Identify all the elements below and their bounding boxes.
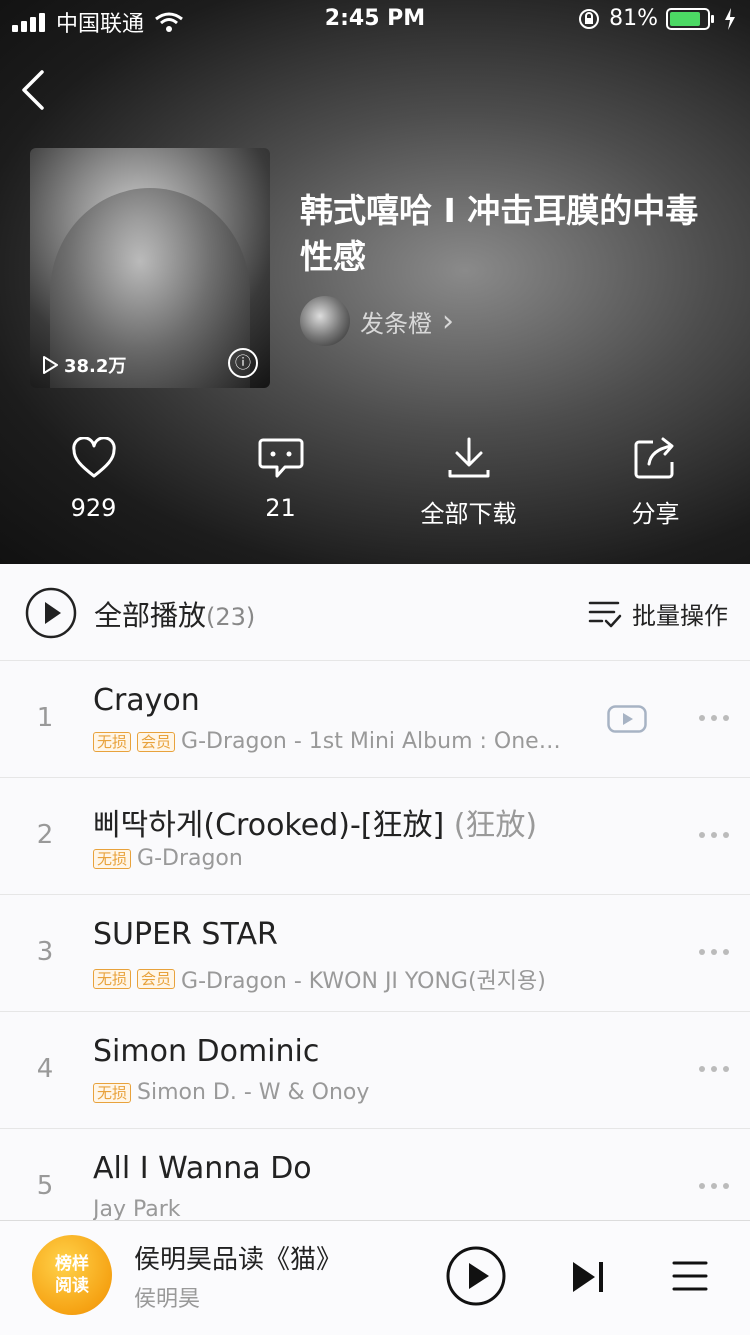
song-title: SUPER STAR bbox=[93, 917, 278, 952]
chevron-right-icon: › bbox=[442, 303, 454, 339]
download-all-label: 全部下载 bbox=[420, 500, 517, 528]
like-count: 929 bbox=[70, 494, 117, 522]
download-all-button[interactable]: 全部下载 bbox=[375, 430, 562, 529]
song-number: 2 bbox=[36, 820, 54, 850]
song-title: All I Wanna Do bbox=[93, 1151, 312, 1186]
lossless-tag: 无损 bbox=[93, 731, 132, 752]
cover-text-line1: 榜样 bbox=[55, 1254, 89, 1274]
playlist-title: 韩式嘻哈 I 冲击耳膜的中毒性感 bbox=[300, 191, 699, 276]
comment-icon bbox=[258, 438, 303, 478]
info-icon[interactable]: ⓘ bbox=[228, 348, 258, 378]
song-title: Crayon bbox=[93, 683, 200, 718]
song-number: 1 bbox=[36, 703, 54, 733]
play-count-value: 38.2万 bbox=[64, 356, 127, 377]
play-count-icon bbox=[43, 356, 58, 374]
song-row[interactable]: 3 SUPER STAR 无损 会员 G-Dragon - KWON JI YO… bbox=[0, 895, 750, 1012]
song-artist-album: G-Dragon - 1st Mini Album : One… bbox=[181, 729, 561, 754]
share-icon bbox=[634, 437, 673, 479]
play-all-bar: 全部播放(23) 批量操作 bbox=[0, 564, 750, 661]
song-subtitle: 无损 会员 G-Dragon - KWON JI YONG(권지용) bbox=[93, 963, 546, 995]
play-all-label: 全部播放 bbox=[94, 599, 207, 632]
batch-operation-button[interactable]: 批量操作 bbox=[588, 596, 728, 631]
lossless-tag: 无损 bbox=[93, 848, 132, 869]
song-row[interactable]: 4 Simon Dominic 无损 Simon D. - W & Onoy bbox=[0, 1012, 750, 1129]
charging-icon bbox=[725, 7, 735, 30]
comment-button[interactable]: 21 bbox=[187, 430, 374, 522]
action-bar: 929 21 全部下载 分享 bbox=[0, 430, 750, 540]
mini-player[interactable]: 榜样 阅读 侯明昊品读《猫》 侯明昊 bbox=[0, 1220, 750, 1335]
song-subtitle: 无损 G-Dragon bbox=[93, 846, 243, 871]
song-row[interactable]: 1 Crayon 无损 会员 G-Dragon - 1st Mini Album… bbox=[0, 661, 750, 778]
battery-percent: 81% bbox=[609, 6, 658, 31]
now-playing-cover[interactable]: 榜样 阅读 bbox=[32, 1235, 112, 1315]
more-icon[interactable] bbox=[698, 713, 730, 723]
song-subtitle: 无损 Simon D. - W & Onoy bbox=[93, 1080, 369, 1105]
more-icon[interactable] bbox=[698, 947, 730, 957]
song-count: (23) bbox=[206, 603, 256, 631]
song-title: 삐딱하게(Crooked)-[狂放] (狂放) bbox=[93, 808, 538, 843]
lossless-tag: 无损 bbox=[93, 969, 132, 989]
playlist-header: 中国联通 2:45 PM 81% 38.2万 ⓘ 韩式嘻哈 I 冲击耳膜的中毒性… bbox=[0, 0, 750, 564]
now-playing-artist: 侯明昊 bbox=[134, 1287, 201, 1312]
mv-icon[interactable] bbox=[607, 705, 647, 733]
song-subtitle: 无损 会员 G-Dragon - 1st Mini Album : One… bbox=[93, 729, 561, 754]
song-row[interactable]: 2 삐딱하게(Crooked)-[狂放] (狂放) 无损 G-Dragon bbox=[0, 778, 750, 895]
creator-name: 发条橙 bbox=[360, 309, 432, 338]
creator-avatar bbox=[300, 296, 350, 346]
heart-icon bbox=[71, 437, 116, 478]
rotation-lock-icon bbox=[579, 8, 600, 29]
song-list: 1 Crayon 无损 会员 G-Dragon - 1st Mini Album… bbox=[0, 661, 750, 1246]
song-subtitle: Jay Park bbox=[93, 1197, 181, 1222]
vip-tag: 会员 bbox=[137, 731, 176, 752]
next-track-icon[interactable] bbox=[570, 1259, 606, 1295]
like-button[interactable]: 929 bbox=[0, 430, 187, 522]
song-number: 5 bbox=[36, 1171, 54, 1201]
battery-icon bbox=[666, 7, 714, 30]
share-button[interactable]: 分享 bbox=[562, 430, 749, 529]
song-artist-album: G-Dragon - KWON JI YONG(권지용) bbox=[181, 969, 546, 994]
more-icon[interactable] bbox=[698, 830, 730, 840]
more-icon[interactable] bbox=[698, 1181, 730, 1191]
more-icon[interactable] bbox=[698, 1064, 730, 1074]
back-icon[interactable] bbox=[16, 66, 56, 114]
song-artist-album: Jay Park bbox=[93, 1197, 181, 1222]
download-icon bbox=[448, 437, 489, 478]
play-all-icon[interactable] bbox=[25, 587, 77, 639]
playlist-cover[interactable]: 38.2万 ⓘ bbox=[30, 148, 270, 388]
play-all-button[interactable]: 全部播放(23) bbox=[94, 594, 255, 634]
lossless-tag: 无损 bbox=[93, 1082, 132, 1103]
song-number: 4 bbox=[36, 1054, 54, 1084]
share-label: 分享 bbox=[631, 500, 680, 528]
cover-text-line2: 阅读 bbox=[55, 1276, 89, 1296]
song-title: Simon Dominic bbox=[93, 1034, 320, 1069]
song-number: 3 bbox=[36, 937, 54, 967]
creator-link[interactable]: 发条橙 › bbox=[300, 296, 454, 346]
batch-label: 批量操作 bbox=[632, 602, 728, 630]
playlist-queue-icon[interactable] bbox=[672, 1259, 708, 1293]
batch-list-icon bbox=[588, 601, 622, 627]
song-artist-album: G-Dragon bbox=[137, 846, 243, 871]
play-count: 38.2万 bbox=[42, 352, 126, 378]
comment-count: 21 bbox=[265, 494, 296, 522]
vip-tag: 会员 bbox=[137, 969, 176, 989]
play-pause-icon[interactable] bbox=[445, 1245, 507, 1307]
song-artist-album: Simon D. - W & Onoy bbox=[137, 1080, 370, 1105]
now-playing-title: 侯明昊品读《猫》 bbox=[134, 1245, 343, 1275]
status-bar: 中国联通 2:45 PM 81% bbox=[0, 0, 750, 40]
